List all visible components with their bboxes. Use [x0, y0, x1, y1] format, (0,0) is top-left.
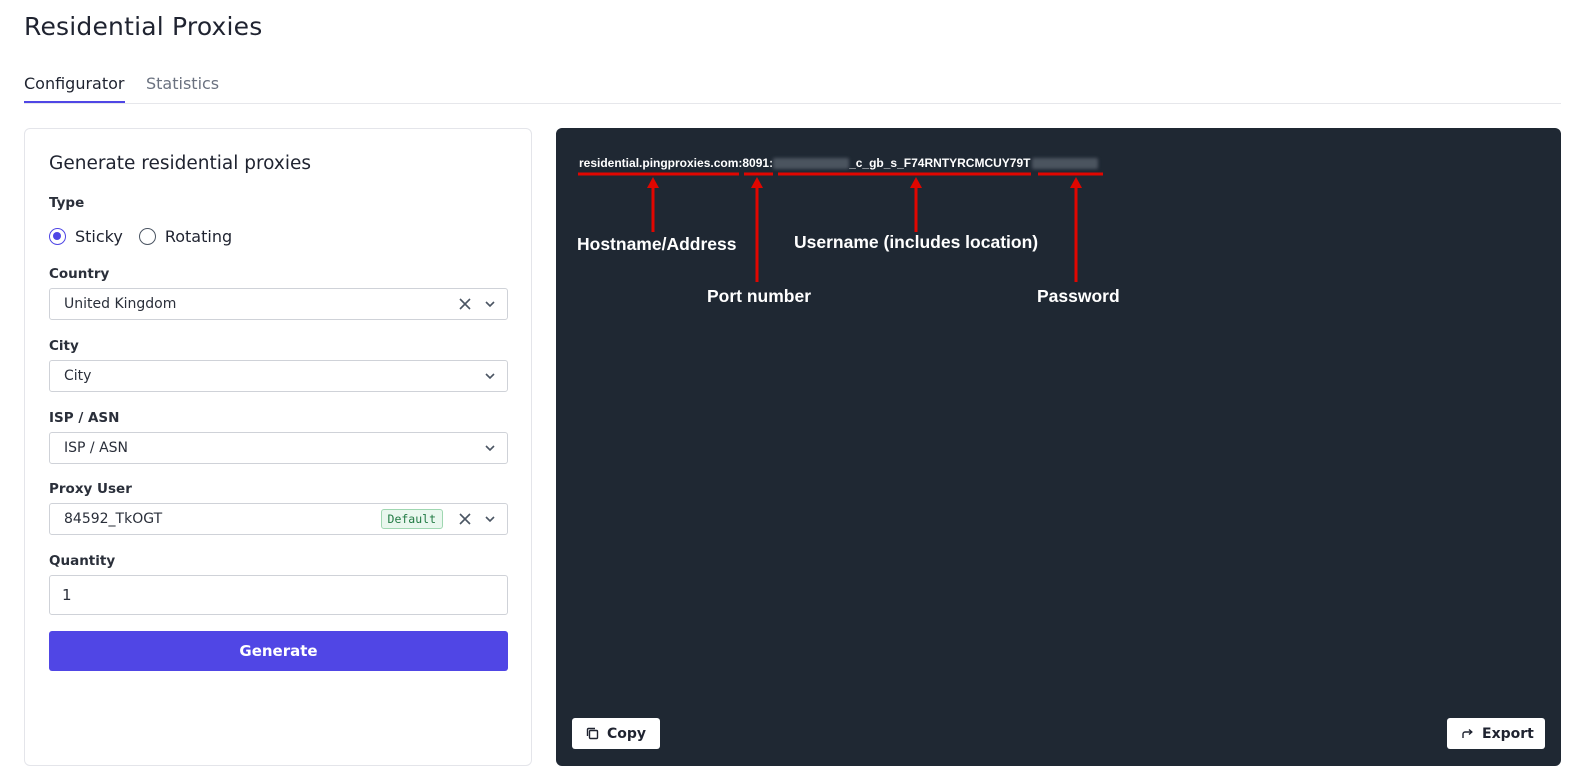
clear-icon[interactable]	[459, 513, 471, 525]
password-annotation: Password	[1037, 286, 1120, 306]
chevron-down-icon	[485, 301, 495, 308]
proxy-output-panel: residential.pingproxies.com:8091: _c_gb_s…	[556, 128, 1561, 766]
username-arrowhead	[910, 177, 922, 188]
quantity-input[interactable]	[49, 575, 508, 615]
generator-panel: Generate residential proxies Type Sticky…	[24, 128, 532, 766]
isp-select[interactable]: ISP / ASN	[49, 432, 508, 464]
country-select[interactable]: United Kingdom	[49, 288, 508, 320]
generate-button[interactable]: Generate	[49, 631, 508, 671]
sticky-radio[interactable]	[49, 227, 66, 245]
country-value: United Kingdom	[64, 296, 177, 312]
port-annotation: Port number	[707, 286, 812, 306]
port-arrowhead	[751, 177, 763, 188]
isp-placeholder: ISP / ASN	[64, 440, 129, 456]
tab-statistics[interactable]: Statistics	[146, 74, 219, 101]
tab-configurator[interactable]: Configurator	[24, 74, 125, 103]
page-title: Residential Proxies	[24, 12, 263, 41]
username-annotation: Username (includes location)	[794, 232, 1039, 252]
copy-label: Copy	[607, 725, 647, 742]
export-label: Export	[1482, 725, 1534, 742]
password-arrowhead	[1070, 177, 1082, 188]
export-icon	[1462, 728, 1473, 738]
proxy-user-value: 84592_TkOGT	[64, 511, 163, 527]
tab-bar: Configurator Statistics	[24, 72, 1561, 104]
chevron-down-icon	[485, 373, 495, 380]
city-placeholder: City	[64, 368, 92, 384]
hostname-arrowhead	[647, 177, 659, 188]
panel-title: Generate residential proxies	[49, 153, 312, 174]
hostname-annotation: Hostname/Address	[577, 234, 737, 254]
clear-icon[interactable]	[459, 298, 471, 310]
city-select[interactable]: City	[49, 360, 508, 392]
default-badge: Default	[380, 509, 443, 529]
sticky-radio-label[interactable]: Sticky	[75, 227, 123, 246]
country-label: Country	[49, 266, 110, 282]
type-radio-group: Sticky Rotating	[49, 226, 248, 246]
copy-button[interactable]: Copy	[572, 718, 660, 749]
chevron-down-icon	[485, 445, 495, 452]
rotating-radio[interactable]	[138, 227, 156, 245]
copy-icon	[586, 727, 599, 740]
chevron-down-icon	[485, 516, 495, 523]
type-label: Type	[49, 195, 85, 211]
rotating-radio-label[interactable]: Rotating	[165, 227, 232, 246]
annotation-overlay	[578, 172, 1103, 282]
proxy-user-select[interactable]: 84592_TkOGT Default	[49, 503, 508, 535]
city-label: City	[49, 338, 79, 354]
isp-label: ISP / ASN	[49, 410, 120, 426]
proxy-user-label: Proxy User	[49, 481, 132, 497]
quantity-label: Quantity	[49, 553, 116, 569]
export-button[interactable]: Export	[1447, 718, 1545, 749]
